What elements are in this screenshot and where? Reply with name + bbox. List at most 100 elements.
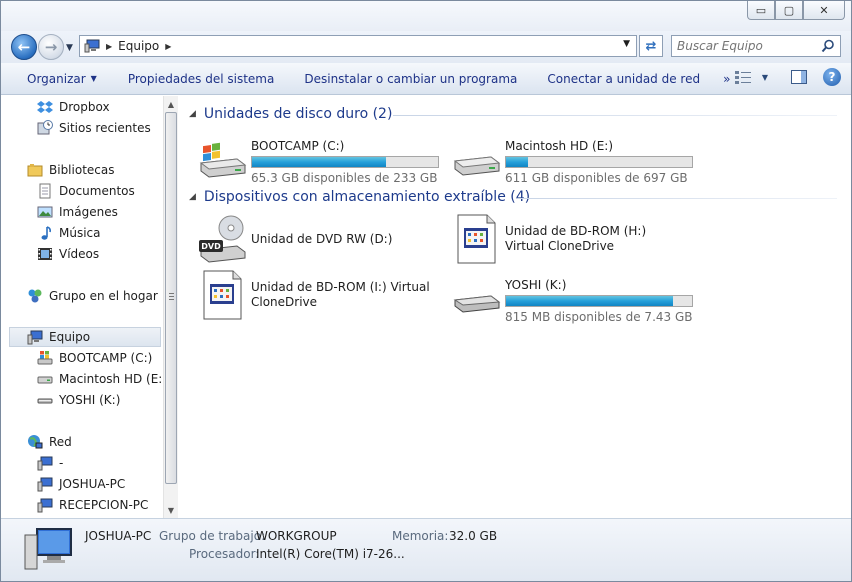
drive-name: Unidad de BD-ROM (I:) Virtual CloneDrive (251, 280, 430, 309)
drive-tile-dvd[interactable]: DVD Unidad de DVD RW (D:) (197, 214, 392, 264)
windows-drive-icon (197, 133, 247, 183)
sidebar-item-label: Equipo (49, 330, 91, 344)
breadcrumb-chevron-icon[interactable]: ▶ (106, 42, 112, 51)
sidebar-item-libraries[interactable]: Bibliotecas (27, 160, 114, 180)
drive-free-space: 815 MB disponibles de 7.43 GB (505, 310, 693, 324)
address-bar[interactable]: ▶ Equipo ▶ ▼ (79, 35, 637, 57)
drive-tile-bootcamp[interactable]: BOOTCAMP (C:) 65.3 GB disponibles de 233… (197, 133, 439, 185)
computer-icon (84, 39, 100, 53)
drive-usage-fill (506, 157, 529, 167)
drive-free-space: 65.3 GB disponibles de 233 GB (251, 171, 438, 185)
view-options-dropdown-icon[interactable]: ▼ (755, 67, 775, 87)
refresh-icon: ⇄ (645, 38, 657, 54)
address-dropdown-icon[interactable]: ▼ (623, 39, 630, 49)
sidebar-item-yoshi[interactable]: YOSHI (K:) (37, 390, 120, 410)
computer-icon (23, 525, 73, 573)
sidebar-item-homegroup[interactable]: Grupo en el hogar (27, 286, 158, 306)
dvd-logo-text: DVD (201, 242, 221, 251)
navigation-scrollbar[interactable]: ▲ ▼ (163, 96, 178, 518)
details-pane: JOSHUA-PC Grupo de trabajo: WORKGROUP Me… (1, 518, 851, 581)
close-button[interactable]: ✕ (803, 1, 845, 20)
sidebar-item-label: Dropbox (59, 100, 110, 114)
sidebar-item-documents[interactable]: Documentos (37, 181, 135, 201)
sidebar-item-label: YOSHI (K:) (59, 393, 121, 407)
group-divider (393, 115, 837, 116)
organize-menu[interactable]: Organizar ▼ (1, 63, 110, 95)
usb-drive-icon (451, 272, 501, 322)
scroll-down-icon[interactable]: ▼ (164, 503, 178, 517)
sidebar-item-dropbox[interactable]: Dropbox (37, 97, 110, 117)
drive-free-space: 611 GB disponibles de 697 GB (505, 171, 688, 185)
drive-tile-bdrom-h[interactable]: Unidad de BD-ROM (H:) Virtual CloneDrive (451, 214, 685, 264)
sidebar-item-label: Sitios recientes (59, 121, 151, 135)
collapse-icon: ◢ (189, 192, 196, 202)
refresh-button[interactable]: ⇄ (639, 35, 663, 57)
preview-pane-icon[interactable] (789, 67, 809, 87)
recent-pages-dropdown[interactable]: ▼ (66, 43, 73, 53)
drive-tile-macintosh-hd[interactable]: Macintosh HD (E:) 611 GB disponibles de … (451, 133, 693, 185)
sidebar-item-label: JOSHUA-PC (59, 477, 126, 491)
sidebar-item-macintosh-hd[interactable]: Macintosh HD (E:) (37, 369, 163, 389)
minimize-button[interactable]: ▭ (747, 1, 775, 20)
group-header-removable[interactable]: ◢ Dispositivos con almacenamiento extraí… (189, 189, 530, 205)
command-bar: Organizar ▼ Propiedades del sistema Desi… (1, 63, 851, 95)
videos-icon (37, 246, 53, 262)
search-box[interactable] (671, 35, 841, 57)
forward-button[interactable]: → (38, 34, 64, 60)
sidebar-item-label: RECEPCION-PC (59, 498, 149, 512)
scroll-up-icon[interactable]: ▲ (164, 97, 178, 111)
group-divider (517, 198, 837, 199)
network-computer-icon (37, 455, 53, 471)
collapse-icon: ◢ (189, 109, 196, 119)
sidebar-item-label: Grupo en el hogar (49, 289, 158, 303)
hard-drive-icon (37, 371, 53, 387)
drive-usage-fill (252, 157, 386, 167)
change-view-icon[interactable] (733, 67, 753, 87)
sidebar-item-music[interactable]: Música (37, 223, 101, 243)
sidebar-item-network[interactable]: Red (27, 432, 72, 452)
sidebar-item-network-computer[interactable]: - (37, 453, 63, 473)
system-properties-button[interactable]: Propiedades del sistema (110, 63, 288, 95)
sidebar-item-recepcion-pc[interactable]: RECEPCION-PC (37, 495, 148, 515)
breadcrumb-chevron-icon[interactable]: ▶ (165, 42, 171, 51)
sidebar-item-label: - (59, 456, 64, 470)
drive-usage-fill (506, 296, 674, 306)
virtual-drive-icon (197, 270, 247, 320)
computer-name: JOSHUA-PC (85, 529, 152, 543)
computer-icon (27, 329, 43, 345)
search-input[interactable] (672, 36, 812, 56)
drive-name: Macintosh HD (E:) (505, 139, 614, 153)
sidebar-item-videos[interactable]: Vídeos (37, 244, 99, 264)
back-arrow-icon: ← (17, 38, 31, 56)
dropbox-icon (37, 99, 53, 115)
network-computer-icon (37, 497, 53, 513)
drive-tile-bdrom-i[interactable]: Unidad de BD-ROM (I:) Virtual CloneDrive (197, 270, 431, 320)
network-computer-icon (37, 476, 53, 492)
hard-drive-icon (451, 133, 501, 183)
sidebar-item-joshua-pc[interactable]: JOSHUA-PC (37, 474, 125, 494)
breadcrumb-equipo[interactable]: Equipo (118, 39, 159, 53)
sidebar-item-bootcamp[interactable]: BOOTCAMP (C:) (37, 348, 152, 368)
scroll-thumb[interactable] (165, 112, 177, 484)
group-header-label: Unidades de disco duro (2) (203, 106, 393, 122)
map-network-drive-button[interactable]: Conectar a unidad de red (530, 63, 713, 95)
content-pane: ◢ Unidades de disco duro (2) BOOTCAMP (C… (179, 96, 851, 518)
address-row: ← → ▼ ▶ Equipo ▶ ▼ ⇄ (1, 31, 851, 63)
uninstall-program-button[interactable]: Desinstalar o cambiar un programa (287, 63, 530, 95)
sidebar-item-computer[interactable]: Equipo (9, 327, 161, 347)
processor-label: Procesador: (189, 547, 260, 561)
group-header-hard-drives[interactable]: ◢ Unidades de disco duro (2) (189, 106, 392, 122)
help-icon[interactable]: ? (823, 68, 841, 86)
sidebar-item-pictures[interactable]: Imágenes (37, 202, 118, 222)
drive-tile-yoshi[interactable]: YOSHI (K:) 815 MB disponibles de 7.43 GB (451, 272, 693, 324)
sidebar-item-label: Música (59, 226, 101, 240)
sidebar-item-label: Vídeos (59, 247, 100, 261)
view-controls: ▼ ? (727, 67, 841, 87)
sidebar-item-label: BOOTCAMP (C:) (59, 351, 153, 365)
maximize-button[interactable]: ▢ (775, 1, 803, 20)
organize-label: Organizar (27, 71, 86, 86)
search-icon[interactable] (821, 39, 835, 53)
sidebar-item-recent-places[interactable]: Sitios recientes (37, 118, 151, 138)
back-button[interactable]: ← (11, 34, 37, 60)
caption-buttons: ▭ ▢ ✕ (747, 1, 845, 20)
